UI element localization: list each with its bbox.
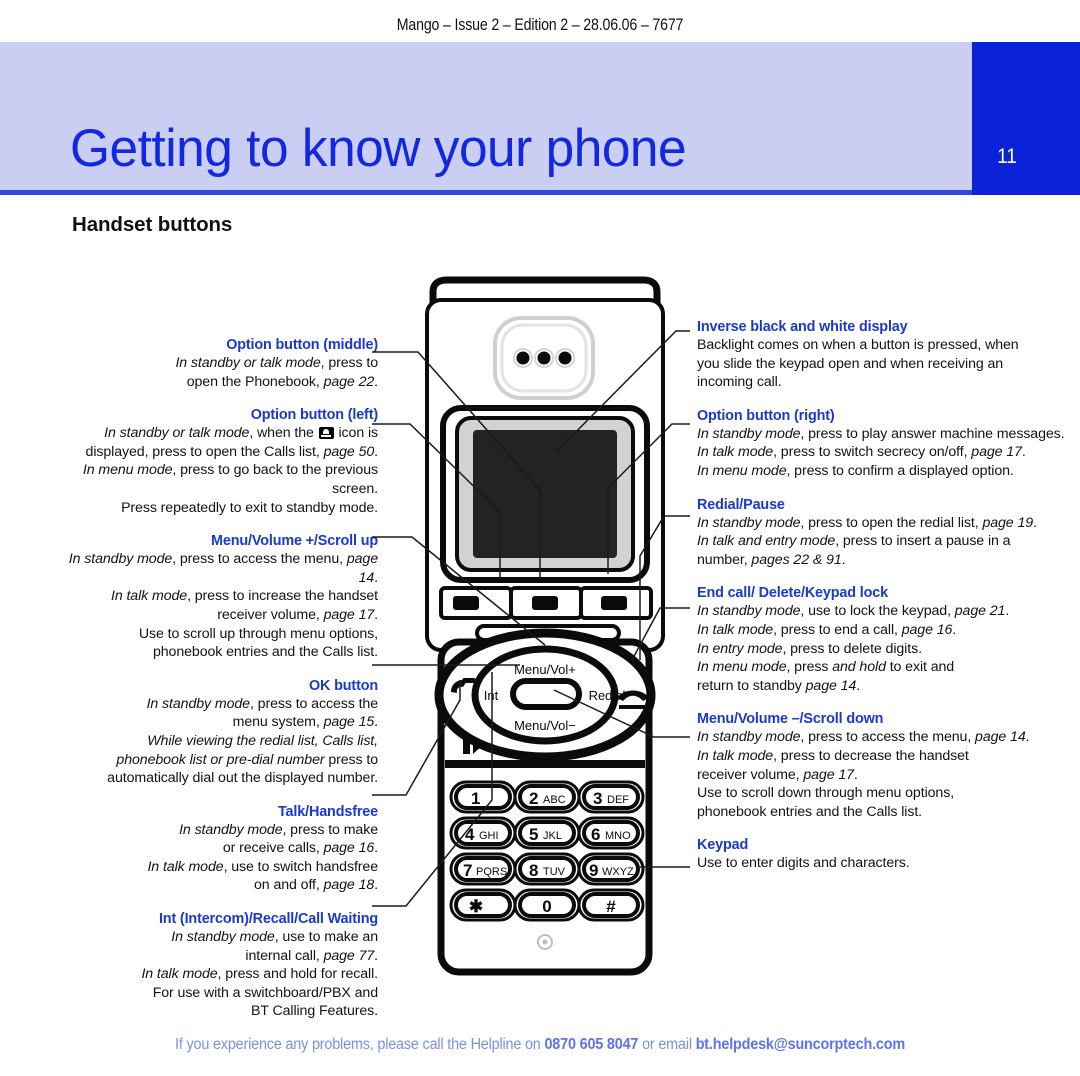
right-annotation-column: Inverse black and white display Backligh… xyxy=(697,318,1065,873)
annotation-body: In standby mode, press to make or receive… xyxy=(147,821,378,894)
running-header: Mango – Issue 2 – Edition 2 – 28.06.06 –… xyxy=(396,16,684,34)
svg-text:JKL: JKL xyxy=(543,830,562,842)
annotation-menu-volume-up: Menu/Volume +/Scroll up In standby mode,… xyxy=(52,532,378,662)
annotation-body: Use to enter digits and characters. xyxy=(697,855,910,872)
footer-phone-number: 0870 605 8047 xyxy=(544,1036,639,1053)
page-number: 11 xyxy=(997,145,1017,168)
footer-email[interactable]: bt.helpdesk@suncorptech.com xyxy=(696,1036,905,1053)
annotation-ok-button: OK button In standby mode, press to acce… xyxy=(52,677,378,788)
svg-text:ABC: ABC xyxy=(543,794,566,806)
annotation-option-left: Option button (left) In standby or talk … xyxy=(52,406,378,517)
annotation-body: In standby mode, use to make an internal … xyxy=(141,929,378,1020)
annotation-body: In standby mode, press to access the menu… xyxy=(107,695,378,787)
svg-text:4: 4 xyxy=(465,825,475,844)
annotation-title: Menu/Volume –/Scroll down xyxy=(697,711,884,728)
section-heading: Handset buttons xyxy=(72,213,233,236)
svg-text:3: 3 xyxy=(593,789,602,808)
annotation-title: Inverse black and white display xyxy=(697,319,908,335)
annotation-body: In standby or talk mode, press to open th… xyxy=(175,355,378,390)
nav-label-up: Menu/Vol+ xyxy=(514,662,576,677)
annotation-title: Option button (middle) xyxy=(226,337,378,353)
page-number-tab xyxy=(972,42,1080,195)
nav-label-down: Menu/Vol− xyxy=(514,718,576,733)
annotation-title: Redial/Pause xyxy=(697,496,785,513)
nav-label-left: Int xyxy=(484,688,499,703)
svg-text:✱: ✱ xyxy=(469,897,483,916)
annotation-title: Keypad xyxy=(697,837,749,854)
svg-text:5: 5 xyxy=(529,825,538,844)
annotation-option-right: Option button (right) In standby mode, p… xyxy=(697,407,1065,481)
annotation-option-middle: Option button (middle) In standby or tal… xyxy=(52,336,378,391)
svg-text:0: 0 xyxy=(542,897,551,916)
annotation-title: Int (Intercom)/Recall/Call Waiting xyxy=(158,911,378,928)
annotation-body: In standby mode, press to access the men… xyxy=(68,551,378,661)
manual-page: Mango – Issue 2 – Edition 2 – 28.06.06 –… xyxy=(0,0,1080,1076)
svg-text:1: 1 xyxy=(471,789,480,808)
banner-bottom-rule xyxy=(0,190,1080,195)
svg-text:7: 7 xyxy=(463,861,472,880)
annotation-body: Backlight comes on when a button is pres… xyxy=(697,337,1019,391)
svg-text:WXYZ: WXYZ xyxy=(602,866,634,878)
annotation-title: Option button (right) xyxy=(697,407,835,424)
svg-text:DEF: DEF xyxy=(607,794,629,806)
svg-text:PQRS: PQRS xyxy=(476,866,507,878)
annotation-redial-pause: Redial/Pause In standby mode, press to o… xyxy=(697,496,1065,570)
annotation-title: End call/ Delete/Keypad lock xyxy=(697,585,888,602)
left-annotation-column: Option button (middle) In standby or tal… xyxy=(52,336,378,1021)
svg-text:2: 2 xyxy=(529,789,538,808)
svg-text:TUV: TUV xyxy=(543,866,566,878)
annotation-title: Option button (left) xyxy=(250,407,378,424)
annotation-keypad: Keypad Use to enter digits and character… xyxy=(697,836,1065,873)
annotation-body: In standby mode, press to open the redia… xyxy=(697,514,1037,568)
annotation-talk-handsfree: Talk/Handsfree In standby mode, press to… xyxy=(52,803,378,895)
footer-helpline: If you experience any problems, please c… xyxy=(38,1036,1042,1054)
annotation-inverse-display: Inverse black and white display Backligh… xyxy=(697,318,1065,392)
footer-middle: or email xyxy=(638,1036,696,1053)
svg-text:#: # xyxy=(606,897,616,916)
phone-illustration: Menu/Vol+ Menu/Vol− Int Redial 1 2 ABC 3… xyxy=(425,276,665,976)
annotation-title: Menu/Volume +/Scroll up xyxy=(211,533,378,550)
annotation-body: In standby or talk mode, when the icon i… xyxy=(82,425,378,516)
svg-text:MNO: MNO xyxy=(605,830,631,842)
page-title: Getting to know your phone xyxy=(70,119,687,178)
annotation-end-call-delete-keypad-lock: End call/ Delete/Keypad lock In standby … xyxy=(697,584,1065,695)
annotation-title: OK button xyxy=(309,677,378,694)
annotation-body: In standby mode, press to play answer ma… xyxy=(697,425,1065,479)
annotation-title: Talk/Handsfree xyxy=(277,803,378,820)
svg-text:6: 6 xyxy=(591,825,600,844)
svg-text:9: 9 xyxy=(589,861,598,880)
svg-text:8: 8 xyxy=(529,861,538,880)
annotation-body: In standby mode, use to lock the keypad,… xyxy=(697,603,1010,694)
svg-text:GHI: GHI xyxy=(479,830,499,842)
annotation-menu-volume-down: Menu/Volume –/Scroll down In standby mod… xyxy=(697,710,1065,821)
annotation-int-recall-call-waiting: Int (Intercom)/Recall/Call Waiting In st… xyxy=(52,910,378,1021)
annotation-body: In standby mode, press to access the men… xyxy=(697,729,1030,820)
footer-prefix: If you experience any problems, please c… xyxy=(175,1036,545,1053)
